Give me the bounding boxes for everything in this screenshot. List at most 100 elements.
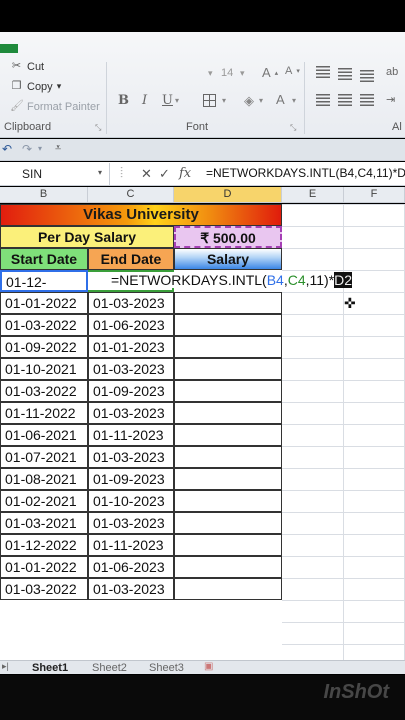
underline-button[interactable]: U [162,93,173,108]
end-date-cell[interactable]: 01-03-2023 [88,358,174,380]
format-painter-button[interactable]: 🖌 Format Painter [10,100,100,113]
font-size-box[interactable]: 14 [221,67,233,79]
column-header-c[interactable]: C [88,187,174,203]
italic-button[interactable]: I [142,93,147,108]
salary-cell[interactable] [174,358,282,380]
start-date-cell[interactable]: 01-01-2022 [0,292,88,314]
start-date-cell[interactable]: 01-06-2021 [0,424,88,446]
cancel-icon[interactable]: ✕ [141,166,152,182]
salary-cell[interactable] [174,292,282,314]
in-cell-formula-editor[interactable]: =NETWORKDAYS.INTL(B4,C4,11)*D2 [111,272,353,288]
align-bottom-icon[interactable] [360,70,374,82]
name-box-dropdown-arrow[interactable]: ▾ [98,168,102,177]
per-day-salary-value[interactable]: ₹ 500.00 [174,226,282,248]
end-date-cell[interactable]: 01-03-2023 [88,402,174,424]
fill-color-icon[interactable]: ◈ [244,93,254,109]
enter-icon[interactable]: ✓ [159,166,170,182]
end-date-cell[interactable]: 01-03-2023 [88,292,174,314]
tab-sheet3[interactable]: Sheet3 [149,662,184,674]
salary-cell[interactable] [174,336,282,358]
indent-icon[interactable]: ⇥ [386,93,395,106]
start-date-cell[interactable]: 01-01-2022 [0,556,88,578]
end-date-cell[interactable]: 01-11-2023 [88,424,174,446]
end-date-cell[interactable]: 01-11-2023 [88,534,174,556]
salary-cell[interactable] [174,578,282,600]
bold-button[interactable]: B [118,93,129,108]
borders-button[interactable] [203,94,216,107]
fill-color-dropdown-arrow[interactable]: ▾ [259,96,263,105]
end-date-cell[interactable]: 01-01-2023 [88,336,174,358]
end-date-header[interactable]: End Date [88,248,174,270]
undo-icon[interactable]: ↶ [2,142,12,156]
insert-sheet-icon[interactable]: ▣ [204,661,213,672]
clipboard-launcher-icon[interactable]: ⤡ [95,123,101,133]
worksheet-grid[interactable]: Vikas University Per Day Salary ₹ 500.00… [0,204,405,660]
start-date-cell[interactable]: 01-08-2021 [0,468,88,490]
salary-cell[interactable] [174,512,282,534]
font-launcher-icon[interactable]: ⤡ [290,123,296,133]
insert-function-icon[interactable]: fx [179,166,191,181]
per-day-salary-label[interactable]: Per Day Salary [0,226,174,248]
title-cell[interactable]: Vikas University [0,204,282,226]
salary-cell[interactable] [174,446,282,468]
salary-cell[interactable] [174,402,282,424]
start-date-cell[interactable]: 01-03-2021 [0,512,88,534]
start-date-cell[interactable]: 01-03-2022 [0,380,88,402]
salary-cell[interactable] [174,534,282,556]
copy-dropdown-arrow[interactable]: ▾ [57,81,62,92]
start-date-cell[interactable]: 01-03-2022 [0,314,88,336]
row4-start-date-cell[interactable]: 01-12- [0,270,88,292]
name-box[interactable]: SIN [0,163,110,185]
font-size-arrow[interactable]: ▾ [240,68,245,79]
tab-sheet1[interactable]: Sheet1 [32,662,68,674]
salary-cell[interactable] [174,468,282,490]
align-middle-icon[interactable] [338,68,352,80]
start-date-header[interactable]: Start Date [0,248,88,270]
column-header-f[interactable]: F [344,187,405,203]
start-date-cell[interactable]: 01-09-2022 [0,336,88,358]
column-header-b[interactable]: B [0,187,88,203]
start-date-cell[interactable]: 01-12-2022 [0,534,88,556]
tab-sheet2[interactable]: Sheet2 [92,662,127,674]
end-date-cell[interactable]: 01-03-2023 [88,446,174,468]
orientation-icon[interactable]: ab [386,66,398,78]
column-header-e[interactable]: E [282,187,344,203]
salary-cell[interactable] [174,380,282,402]
end-date-cell[interactable]: 01-06-2023 [88,556,174,578]
end-date-cell[interactable]: 01-03-2023 [88,512,174,534]
file-tab-edge[interactable] [0,44,18,53]
shrink-font-icon[interactable]: A ▾ [285,65,300,77]
start-date-cell[interactable]: 01-10-2021 [0,358,88,380]
column-header-d[interactable]: D [174,187,282,203]
salary-header[interactable]: Salary [174,248,282,270]
end-date-cell[interactable]: 01-09-2023 [88,468,174,490]
end-date-cell[interactable]: 01-03-2023 [88,578,174,600]
start-date-cell[interactable]: 01-02-2021 [0,490,88,512]
end-date-cell[interactable]: 01-10-2023 [88,490,174,512]
customize-toolbar-icon[interactable]: ⩡ [55,142,61,155]
borders-dropdown-arrow[interactable]: ▾ [222,96,226,105]
end-date-cell[interactable]: 01-09-2023 [88,380,174,402]
align-center-icon[interactable] [338,94,352,106]
salary-cell[interactable] [174,424,282,446]
grow-font-icon[interactable]: A ▴ [262,65,278,80]
align-left-icon[interactable] [316,94,330,106]
underline-dropdown-arrow[interactable]: ▾ [175,96,179,105]
salary-cell[interactable] [174,556,282,578]
align-right-icon[interactable] [360,94,374,106]
copy-button[interactable]: ❐ Copy ▾ [10,80,62,93]
end-date-cell[interactable]: 01-06-2023 [88,314,174,336]
font-color-icon[interactable]: A [276,92,285,107]
redo-dropdown-arrow[interactable]: ▾ [38,144,42,153]
start-date-cell[interactable]: 01-03-2022 [0,578,88,600]
formula-input[interactable]: =NETWORKDAYS.INTL(B4,C4,11)*D [206,166,405,180]
start-date-cell[interactable]: 01-11-2022 [0,402,88,424]
font-color-dropdown-arrow[interactable]: ▾ [292,96,296,105]
cut-button[interactable]: ✂ Cut [10,60,44,73]
align-top-icon[interactable] [316,66,330,78]
salary-cell[interactable] [174,490,282,512]
font-name-arrow[interactable]: ▾ [208,68,213,79]
redo-icon[interactable]: ↷ [22,142,32,156]
tab-scroll-icon[interactable]: ▸| [2,661,9,672]
salary-cell[interactable] [174,314,282,336]
